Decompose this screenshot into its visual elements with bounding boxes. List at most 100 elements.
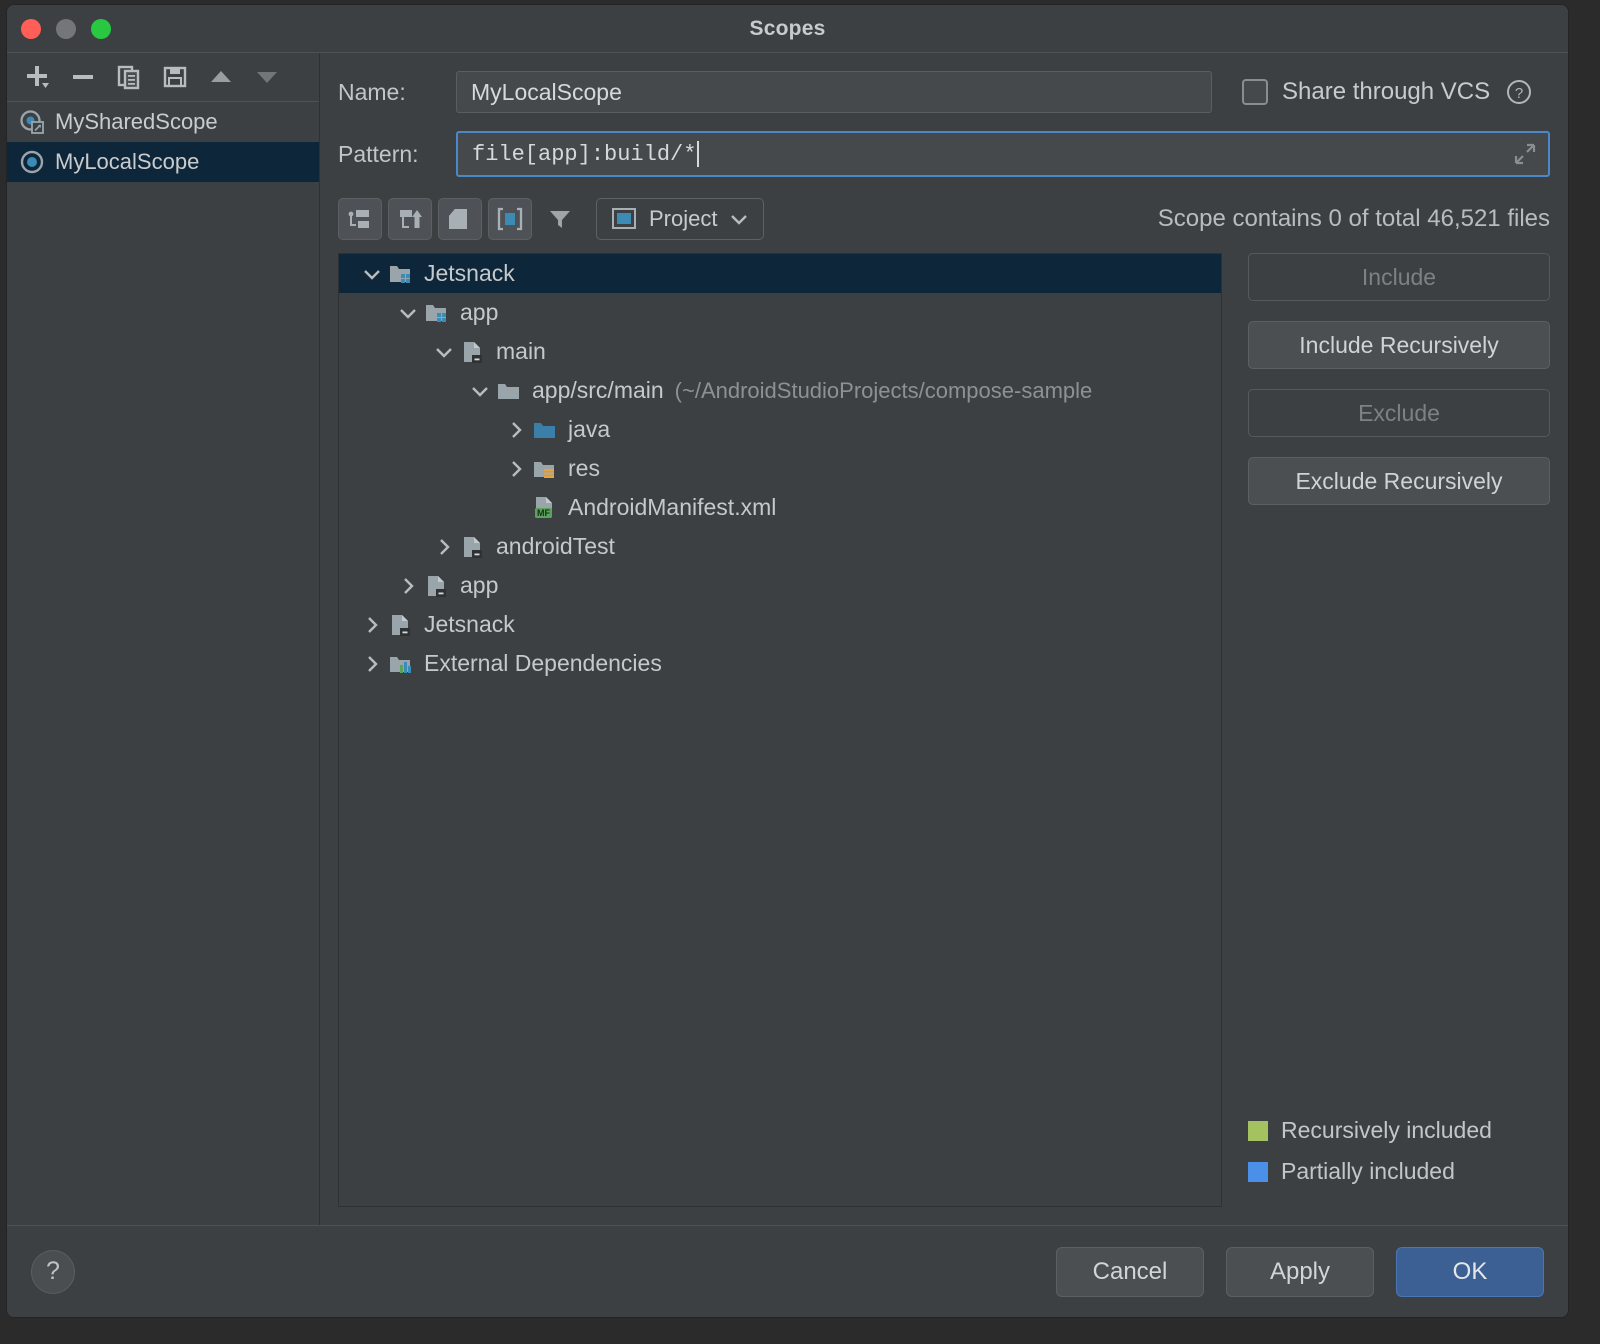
include-button[interactable]: Include: [1248, 253, 1550, 301]
tree-row[interactable]: Jetsnack: [339, 605, 1221, 644]
tree-row[interactable]: MF AndroidManifest.xml: [339, 488, 1221, 527]
tree-row[interactable]: androidTest: [339, 527, 1221, 566]
collapse-all-button[interactable]: [388, 198, 432, 240]
tree-row-label: androidTest: [496, 533, 615, 560]
show-included-only-button[interactable]: [488, 198, 532, 240]
chevron-down-icon[interactable]: [429, 345, 459, 359]
minus-icon: [68, 62, 98, 92]
view-selector[interactable]: Project: [596, 198, 764, 240]
remove-scope-button[interactable]: [63, 58, 103, 96]
library-icon: [387, 652, 415, 676]
apply-button[interactable]: Apply: [1226, 1247, 1374, 1297]
expand-all-button[interactable]: [338, 198, 382, 240]
tree-row-label: app: [460, 299, 498, 326]
question-mark-icon: ?: [46, 1257, 60, 1286]
scope-list-item-label: MySharedScope: [55, 109, 218, 135]
tree-row-label: java: [568, 416, 610, 443]
tree-row-label: app/src/main: [532, 377, 664, 404]
name-label: Name:: [338, 79, 456, 106]
move-down-button[interactable]: [247, 58, 287, 96]
copy-scope-button[interactable]: [109, 58, 149, 96]
copy-icon: [114, 62, 144, 92]
manifest-file-icon: MF: [531, 495, 559, 521]
tree-row-label: Jetsnack: [424, 260, 515, 287]
chevron-right-icon[interactable]: [429, 537, 459, 557]
chevron-right-icon[interactable]: [393, 576, 423, 596]
plus-icon: [22, 62, 52, 92]
add-scope-button[interactable]: [17, 58, 57, 96]
save-scope-button[interactable]: [155, 58, 195, 96]
share-vcs-label: Share through VCS: [1282, 78, 1490, 106]
tree-row-label: AndroidManifest.xml: [568, 494, 776, 521]
ok-button[interactable]: OK: [1396, 1247, 1544, 1297]
move-up-button[interactable]: [201, 58, 241, 96]
tree-row-path: (~/AndroidStudioProjects/compose-sample: [675, 378, 1093, 404]
tree-row-label: app: [460, 572, 498, 599]
arrow-down-icon: [252, 62, 282, 92]
help-button[interactable]: ?: [31, 1250, 75, 1294]
project-tree[interactable]: Jetsnack: [338, 253, 1222, 1207]
tree-and-actions: Jetsnack: [338, 253, 1550, 1207]
chevron-right-icon[interactable]: [501, 459, 531, 479]
chevron-right-icon[interactable]: [357, 615, 387, 635]
chevron-right-icon[interactable]: [501, 420, 531, 440]
scope-list-item-mylocal[interactable]: MyLocalScope: [7, 142, 319, 182]
arrow-up-icon: [206, 62, 236, 92]
tree-row-label: External Dependencies: [424, 650, 662, 677]
chevron-right-icon[interactable]: [357, 654, 387, 674]
expand-diagonal-icon[interactable]: [1512, 141, 1538, 167]
dialog-actions: Cancel Apply OK: [1056, 1247, 1544, 1297]
include-exclude-actions: Include Include Recursively Exclude Excl…: [1222, 253, 1550, 1207]
name-input[interactable]: MyLocalScope: [456, 71, 1212, 113]
tree-row[interactable]: app: [339, 293, 1221, 332]
legend-swatch-blue: [1248, 1162, 1268, 1182]
tree-row[interactable]: java: [339, 410, 1221, 449]
module-group-icon: [423, 301, 451, 325]
svg-text:?: ?: [1515, 85, 1523, 102]
chevron-down-icon[interactable]: [393, 306, 423, 320]
folder-icon: [495, 379, 523, 403]
scopes-sidebar: MySharedScope MyLocalScope: [7, 53, 320, 1225]
chevron-down-icon: [729, 212, 749, 226]
pattern-label: Pattern:: [338, 141, 456, 168]
local-scope-icon: [19, 149, 45, 175]
legend-label: Partially included: [1281, 1158, 1455, 1185]
scope-editor: Name: MyLocalScope Share through VCS ? P…: [320, 53, 1568, 1225]
flatten-packages-button[interactable]: [438, 198, 482, 240]
chevron-down-icon[interactable]: [465, 384, 495, 398]
save-icon: [160, 62, 190, 92]
tree-row[interactable]: main: [339, 332, 1221, 371]
window-title: Scopes: [7, 17, 1568, 41]
tree-row[interactable]: app: [339, 566, 1221, 605]
project-view-icon: [611, 207, 637, 231]
shared-scope-icon: [19, 109, 45, 135]
exclude-button[interactable]: Exclude: [1248, 389, 1550, 437]
source-module-icon: [387, 612, 415, 638]
scope-list-item-myshared[interactable]: MySharedScope: [7, 102, 319, 142]
tree-row[interactable]: External Dependencies: [339, 644, 1221, 683]
chevron-down-icon[interactable]: [357, 267, 387, 281]
exclude-recursively-button[interactable]: Exclude Recursively: [1248, 457, 1550, 505]
share-through-vcs-group: Share through VCS ?: [1242, 77, 1534, 107]
filter-button[interactable]: [538, 198, 582, 240]
question-circle-icon[interactable]: ?: [1504, 77, 1534, 107]
source-module-icon: [459, 339, 487, 365]
legend-swatch-green: [1248, 1121, 1268, 1141]
view-selector-label: Project: [649, 206, 717, 232]
tree-row-label: main: [496, 338, 546, 365]
tree-row[interactable]: Jetsnack: [339, 254, 1221, 293]
tree-row-label: Jetsnack: [424, 611, 515, 638]
filter-icon: [545, 204, 575, 234]
share-vcs-checkbox[interactable]: [1242, 79, 1268, 105]
tree-row[interactable]: app/src/main (~/AndroidStudioProjects/co…: [339, 371, 1221, 410]
module-group-icon: [387, 262, 415, 286]
legend-item-recursively-included: Recursively included: [1248, 1117, 1550, 1144]
collapse-all-icon: [395, 204, 425, 234]
cancel-button[interactable]: Cancel: [1056, 1247, 1204, 1297]
pattern-input[interactable]: file[app]:build/*: [456, 131, 1550, 177]
show-included-icon: [495, 204, 525, 234]
include-recursively-button[interactable]: Include Recursively: [1248, 321, 1550, 369]
tree-row[interactable]: res: [339, 449, 1221, 488]
pattern-row: Pattern: file[app]:build/*: [338, 131, 1550, 177]
dialog-footer: ? Cancel Apply OK: [7, 1225, 1568, 1317]
